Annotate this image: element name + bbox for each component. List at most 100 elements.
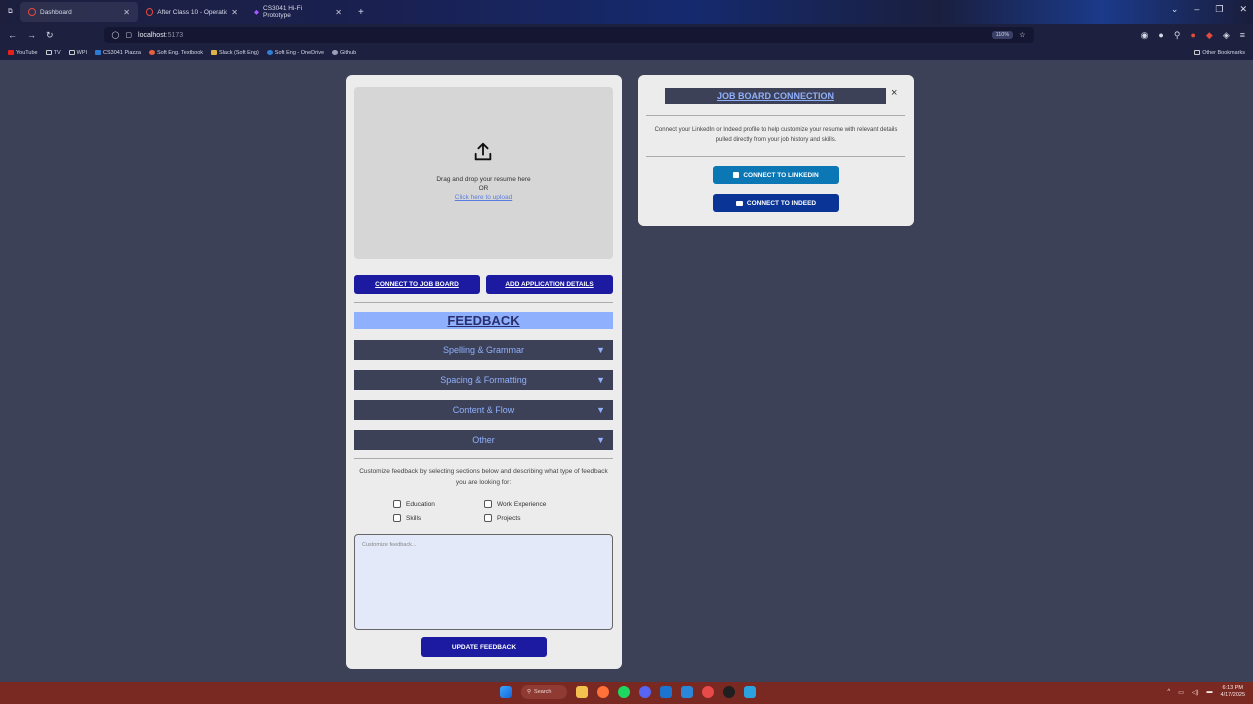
tab-list-button[interactable]: ⧉	[0, 2, 20, 22]
figma-tab-icon: ◆	[254, 9, 259, 16]
connect-linkedin-button[interactable]: CONNECT TO LINKEDIN	[713, 166, 839, 184]
checkbox-label: Projects	[497, 514, 521, 522]
photos-icon[interactable]	[681, 686, 693, 698]
bookmark-piazza[interactable]: CS3041 Piazza	[95, 50, 141, 56]
url-text: localhost:5173	[138, 31, 184, 39]
other-bookmarks[interactable]: Other Bookmarks	[1194, 50, 1245, 56]
checkbox-label: Work Experience	[497, 500, 547, 508]
spotify-icon[interactable]	[618, 686, 630, 698]
button-label: CONNECT TO INDEED	[746, 199, 817, 207]
folder-icon	[1194, 50, 1201, 56]
bookmark-textbook[interactable]: Soft Eng. Textbook	[148, 50, 203, 56]
checkbox-skills[interactable]: Skills	[393, 514, 484, 522]
briefcase-icon	[735, 200, 743, 206]
firefox-icon[interactable]	[597, 686, 609, 698]
tab-label: After Class 10 - Operationalizat	[157, 8, 228, 16]
minimize-button[interactable]: –	[1194, 4, 1199, 15]
checkbox-projects[interactable]: Projects	[484, 514, 584, 522]
tab-prototype[interactable]: ◆ CS3041 Hi-Fi Prototype ✕	[246, 2, 350, 22]
new-tab-button[interactable]: +	[350, 2, 372, 22]
checkbox-box[interactable]	[393, 514, 401, 522]
dropzone-instructions: Drag and drop your resume here	[436, 176, 531, 183]
start-icon[interactable]	[500, 686, 512, 698]
accordion-other[interactable]: Other ▼	[354, 430, 613, 450]
chevron-up-icon[interactable]: ^	[1167, 689, 1170, 695]
accordion-label: Content & Flow	[452, 405, 515, 415]
checkbox-box[interactable]	[484, 514, 492, 522]
display-icon[interactable]: ▭	[1178, 689, 1184, 696]
dashboard-tab-icon	[28, 8, 36, 16]
tab-label: Dashboard	[40, 8, 72, 16]
checkbox-work-experience[interactable]: Work Experience	[484, 500, 584, 508]
search-label: Search	[534, 689, 552, 695]
bookmark-wpi[interactable]: WPI	[68, 50, 87, 56]
bookmark-youtube[interactable]: YouTube	[8, 50, 38, 56]
bookmark-onedrive[interactable]: Soft Eng - OneDrive	[266, 50, 324, 56]
clock[interactable]: 6:13 PM 4/17/2025	[1221, 685, 1245, 699]
bookmark-star-icon[interactable]: ☆	[1019, 31, 1025, 39]
discord-icon[interactable]	[639, 686, 651, 698]
action-buttons: CONNECT TO JOB BOARD ADD APPLICATION DET…	[354, 275, 613, 294]
close-icon[interactable]: ×	[891, 87, 897, 99]
close-window-button[interactable]: ✕	[1239, 4, 1247, 15]
connect-job-board-button[interactable]: CONNECT TO JOB BOARD	[354, 275, 480, 294]
code-editor-icon[interactable]	[744, 686, 756, 698]
checkbox-education[interactable]: Education	[393, 500, 484, 508]
customize-feedback-textarea[interactable]: Customize feedback...	[354, 534, 613, 630]
checkbox-box[interactable]	[393, 500, 401, 508]
back-icon[interactable]: ←	[8, 30, 17, 40]
taskbar-search[interactable]: ⚲ Search	[521, 685, 567, 699]
extension-ublock-icon[interactable]: ◆	[1206, 30, 1213, 41]
expand-arrow-icon: ▼	[596, 435, 605, 445]
divider	[646, 115, 905, 116]
close-tab-icon[interactable]: ✕	[335, 8, 342, 17]
tab-dashboard[interactable]: Dashboard ✕	[20, 2, 138, 22]
address-bar[interactable]: ◯ ▢ localhost:5173 110% ☆	[103, 27, 1034, 43]
folder-icon	[45, 50, 52, 56]
bookmark-tv[interactable]: TV	[45, 50, 61, 56]
resume-dropzone[interactable]: Drag and drop your resume here OR Click …	[354, 87, 613, 259]
pocket-icon[interactable]: ◉	[1141, 30, 1149, 41]
volume-icon[interactable]: ◁)	[1192, 689, 1199, 696]
accordion-label: Spacing & Formatting	[440, 375, 527, 385]
accordion-content-flow[interactable]: Content & Flow ▼	[354, 400, 613, 420]
accordion-spacing-formatting[interactable]: Spacing & Formatting ▼	[354, 370, 613, 390]
modal-description: Connect your LinkedIn or Indeed profile …	[654, 127, 898, 143]
update-feedback-button[interactable]: UPDATE FEEDBACK	[421, 637, 547, 657]
maximize-button[interactable]: ❐	[1215, 4, 1223, 15]
bookmark-github[interactable]: Github	[332, 50, 356, 56]
extensions-icon[interactable]: ⚲	[1174, 30, 1181, 41]
close-tab-icon[interactable]: ✕	[231, 8, 238, 17]
steam-icon[interactable]	[660, 686, 672, 698]
app-red-icon[interactable]	[702, 686, 714, 698]
extension-red-icon[interactable]: ●	[1190, 30, 1195, 41]
job-board-connection-modal: JOB BOARD CONNECTION × Connect your Link…	[638, 75, 914, 226]
reload-icon[interactable]: ↻	[46, 30, 54, 41]
account-icon[interactable]: ●	[1158, 30, 1163, 41]
bookmark-slack[interactable]: Slack (Soft Eng)	[211, 50, 259, 56]
extension-other-icon[interactable]: ◈	[1223, 30, 1230, 41]
checkbox-label: Education	[406, 500, 435, 508]
battery-icon[interactable]: ▬	[1207, 689, 1213, 695]
system-tray: ^ ▭ ◁) ▬ 6:13 PM 4/17/2025	[1167, 685, 1245, 699]
app-page: Drag and drop your resume here OR Click …	[6, 60, 1247, 682]
upload-link[interactable]: Click here to upload	[455, 194, 512, 201]
close-tab-icon[interactable]: ✕	[123, 8, 130, 17]
menu-icon[interactable]: ≡	[1240, 30, 1245, 41]
github-desktop-icon[interactable]	[723, 686, 735, 698]
file-explorer-icon[interactable]	[576, 686, 588, 698]
piazza-icon	[95, 50, 102, 56]
connect-indeed-button[interactable]: CONNECT TO INDEED	[713, 194, 839, 212]
windows-taskbar: ⚲ Search ^ ▭ ◁) ▬ 6:13 PM 4/17/2025	[0, 682, 1253, 704]
expand-arrow-icon: ▼	[596, 405, 605, 415]
tab-after-class[interactable]: After Class 10 - Operationalizat ✕	[138, 2, 246, 22]
add-application-details-button[interactable]: ADD APPLICATION DETAILS	[486, 275, 613, 294]
zoom-badge[interactable]: 110%	[991, 31, 1014, 39]
forward-icon[interactable]: →	[27, 30, 36, 40]
chevron-down-icon[interactable]: ⌄	[1171, 4, 1179, 15]
linkedin-icon	[733, 172, 740, 178]
checkbox-box[interactable]	[484, 500, 492, 508]
accordion-spelling-grammar[interactable]: Spelling & Grammar ▼	[354, 340, 613, 360]
feedback-section-checkboxes: Education Work Experience Skills Project…	[393, 500, 584, 522]
shield-icon: ◯	[111, 32, 120, 39]
